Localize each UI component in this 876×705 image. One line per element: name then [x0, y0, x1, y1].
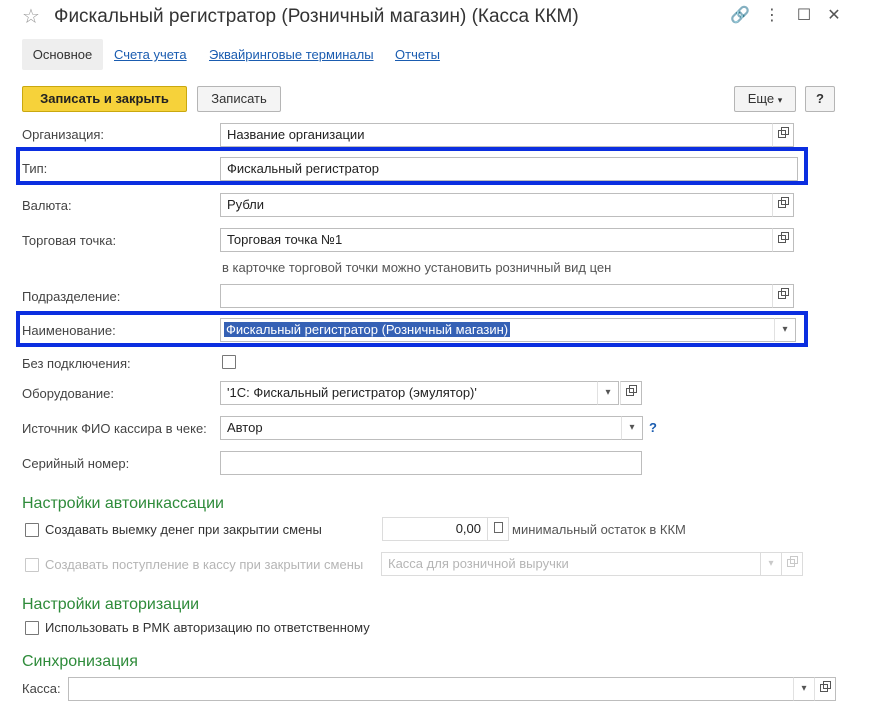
rmk-auth-label: Использовать в РМК авторизацию по ответс… [45, 620, 370, 635]
save-button[interactable]: Записать [197, 86, 281, 112]
trade-point-hint: в карточке торговой точки можно установи… [222, 260, 612, 275]
serial-label: Серийный номер: [22, 456, 130, 471]
open-icon [778, 288, 789, 299]
name-dropdown-button[interactable]: ▾ [774, 318, 796, 342]
tab-main[interactable]: Основное [22, 39, 103, 70]
close-icon[interactable]: ✕ [824, 6, 844, 26]
cashbox-input[interactable]: Касса для розничной выручки [381, 552, 761, 576]
sync-cash-label: Касса: [22, 681, 61, 696]
chevron-down-icon: ▾ [782, 324, 788, 335]
cashier-source-label: Источник ФИО кассира в чеке: [22, 421, 207, 436]
department-input[interactable] [220, 284, 773, 308]
open-icon [787, 556, 798, 567]
favorite-star-icon[interactable]: ☆ [22, 6, 40, 28]
calculator-button[interactable] [487, 517, 509, 541]
tab-acquiring-terminals[interactable]: Эквайринговые терминалы [209, 39, 374, 70]
cashier-source-help-icon[interactable]: ? [649, 419, 657, 437]
chevron-down-icon: ▾ [629, 422, 635, 433]
organization-input[interactable]: Название организации [220, 123, 773, 147]
window-title: Фискальный регистратор (Розничный магази… [54, 6, 579, 27]
equipment-open-button[interactable] [620, 381, 642, 405]
more-button[interactable]: Еще ▾ [734, 86, 796, 112]
no-connection-checkbox[interactable] [222, 355, 236, 369]
chevron-down-icon: ▾ [801, 683, 807, 694]
save-and-close-button[interactable]: Записать и закрыть [22, 86, 187, 112]
open-icon [626, 385, 637, 396]
tab-reports[interactable]: Отчеты [395, 39, 440, 70]
maximize-icon[interactable]: ☐ [794, 6, 814, 26]
organization-label: Организация: [22, 127, 105, 142]
withdraw-label: Создавать выемку денег при закрытии смен… [45, 522, 322, 537]
open-icon [778, 232, 789, 243]
sync-cash-open-button[interactable] [814, 677, 836, 701]
trade-point-label: Торговая точка: [22, 233, 117, 248]
min-balance-label: минимальный остаток в ККМ [512, 522, 686, 537]
sync-cash-dropdown-button[interactable]: ▾ [793, 677, 815, 701]
cashier-source-dropdown-button[interactable]: ▾ [621, 416, 643, 440]
calculator-icon [493, 522, 503, 533]
department-open-button[interactable] [772, 284, 794, 308]
equipment-dropdown-button[interactable]: ▾ [597, 381, 619, 405]
min-balance-input[interactable]: 0,00 [382, 517, 488, 541]
link-icon[interactable]: 🔗 [730, 6, 750, 26]
chevron-down-icon: ▾ [605, 387, 611, 398]
receipt-label: Создавать поступление в кассу при закрыт… [45, 557, 364, 572]
help-button[interactable]: ? [805, 86, 835, 112]
open-icon [778, 197, 789, 208]
sync-cash-input[interactable] [68, 677, 794, 701]
auth-section-title: Настройки авторизации [22, 596, 200, 613]
open-icon [778, 127, 789, 138]
more-label: Еще [747, 91, 775, 106]
trade-point-input[interactable]: Торговая точка №1 [220, 228, 773, 252]
chevron-down-icon: ▾ [768, 558, 774, 569]
receipt-checkbox[interactable] [25, 558, 39, 572]
chevron-down-icon: ▾ [777, 95, 783, 105]
currency-input[interactable]: Рубли [220, 193, 773, 217]
currency-label: Валюта: [22, 198, 72, 213]
rmk-auth-checkbox[interactable] [25, 621, 39, 635]
name-selected-text: Фискальный регистратор (Розничный магази… [224, 322, 511, 337]
autocollect-section-title: Настройки автоинкассации [22, 495, 224, 512]
cashbox-open-button[interactable] [781, 552, 803, 576]
name-input[interactable]: Фискальный регистратор (Розничный магази… [220, 318, 775, 342]
serial-input[interactable] [220, 451, 642, 475]
cashier-source-input[interactable]: Автор [220, 416, 622, 440]
name-label: Наименование: [22, 323, 116, 338]
type-input[interactable]: Фискальный регистратор [220, 157, 798, 181]
trade-point-open-button[interactable] [772, 228, 794, 252]
more-actions-icon[interactable]: ⋮ [762, 6, 782, 26]
department-label: Подразделение: [22, 289, 121, 304]
no-connection-label: Без подключения: [22, 356, 131, 371]
equipment-input[interactable]: '1С: Фискальный регистратор (эмулятор)' [220, 381, 598, 405]
sync-section-title: Синхронизация [22, 653, 138, 670]
open-icon [820, 681, 831, 692]
cashbox-dropdown-button[interactable]: ▾ [760, 552, 782, 576]
currency-open-button[interactable] [772, 193, 794, 217]
tab-accounts[interactable]: Счета учета [114, 39, 187, 70]
organization-open-button[interactable] [772, 123, 794, 147]
withdraw-checkbox[interactable] [25, 523, 39, 537]
type-label: Тип: [22, 161, 48, 176]
equipment-label: Оборудование: [22, 386, 115, 401]
